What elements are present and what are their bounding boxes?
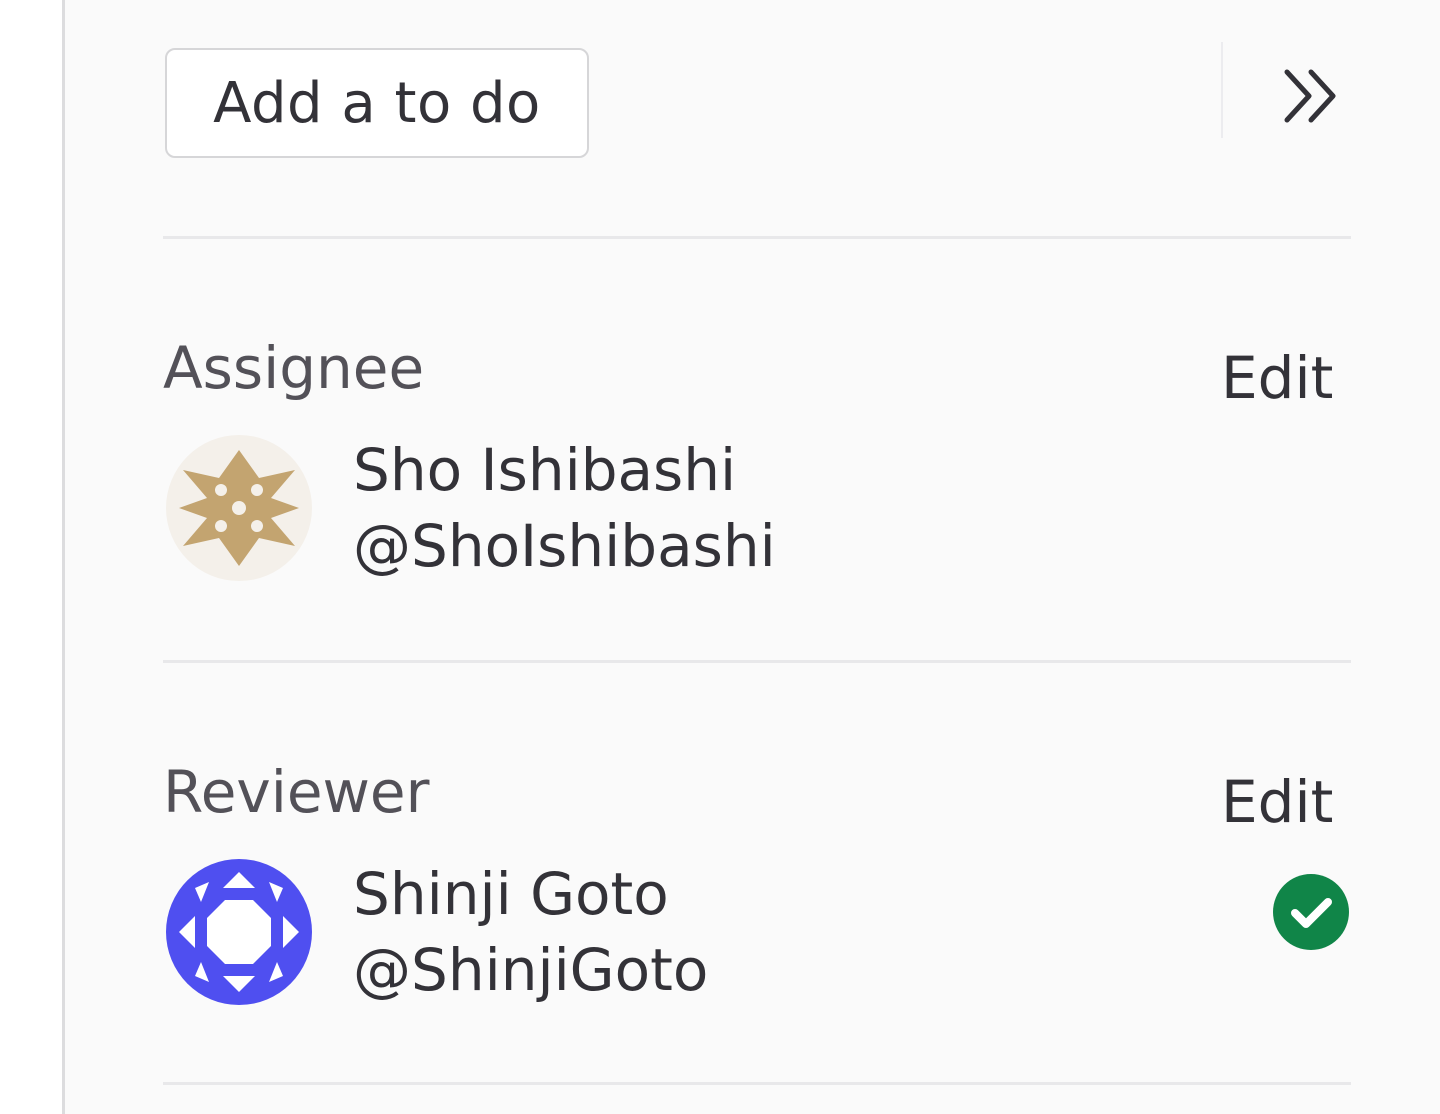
collapse-sidebar-button[interactable]	[1277, 62, 1347, 132]
assignee-edit-link[interactable]: Edit	[1221, 344, 1333, 412]
reviewer-handle[interactable]: @ShinjiGoto	[353, 936, 708, 1004]
divider	[163, 1082, 1351, 1085]
reviewer-label: Reviewer	[163, 758, 430, 826]
reviewer-edit-link[interactable]: Edit	[1221, 768, 1333, 836]
assignee-label: Assignee	[163, 334, 425, 402]
assignee-handle[interactable]: @ShoIshibashi	[353, 512, 776, 580]
check-circle-icon	[1273, 874, 1349, 950]
assignee-name[interactable]: Sho Ishibashi	[353, 436, 736, 504]
reviewer-avatar[interactable]	[165, 858, 313, 1006]
page: Add a to do Assignee Edit Sho Ishibashi …	[0, 0, 1440, 1114]
assignee-avatar[interactable]	[165, 434, 313, 582]
divider	[163, 236, 1351, 239]
reviewer-name[interactable]: Shinji Goto	[353, 860, 669, 928]
right-sidebar: Add a to do Assignee Edit Sho Ishibashi …	[62, 0, 1440, 1114]
chevron-double-right-icon	[1284, 69, 1336, 123]
add-todo-button[interactable]: Add a to do	[165, 48, 589, 158]
identicon-avatar	[166, 435, 312, 581]
header-divider	[1221, 42, 1223, 138]
identicon-avatar	[166, 859, 312, 1005]
divider	[163, 660, 1351, 663]
